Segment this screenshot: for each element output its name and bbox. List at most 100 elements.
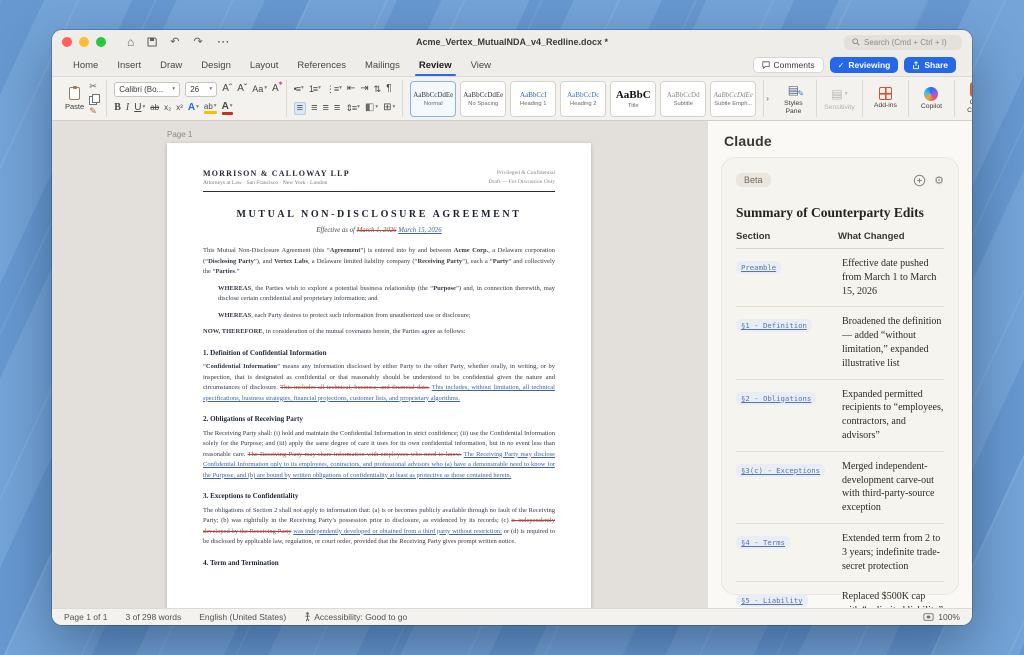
table-row: §3(c) - Exceptions Merged independent-de… — [736, 452, 944, 524]
superscript-button[interactable] — [176, 104, 183, 112]
sort-button[interactable] — [374, 85, 382, 94]
copy-icon[interactable] — [89, 94, 99, 104]
ribbon-button[interactable]: Styles Pane — [771, 80, 817, 117]
more-commands-icon[interactable] — [217, 35, 230, 49]
style-card[interactable]: AaBbCcDdEe Subtle Emph... — [710, 81, 756, 117]
ribbon-tab[interactable]: Mailings — [364, 55, 401, 76]
multilevel-list-button[interactable]: ▾ — [326, 85, 342, 94]
line-spacing-button[interactable]: ▾ — [345, 104, 360, 113]
home-icon[interactable] — [127, 36, 134, 49]
page-count[interactable]: Page 1 of 1 — [64, 612, 107, 622]
decrease-indent-button[interactable] — [347, 84, 355, 94]
section-link[interactable]: Preamble — [736, 261, 781, 274]
style-card[interactable]: AaBbCcDdEe No Spacing — [460, 81, 506, 117]
ribbon-tabs: Home Insert Draw Design Layout Reference… — [72, 54, 492, 76]
comments-icon — [762, 61, 770, 69]
save-icon[interactable] — [147, 37, 157, 47]
new-chat-icon[interactable] — [913, 174, 926, 187]
font-color-button[interactable]: ▾ — [222, 102, 233, 115]
change-description: Extended term from 2 to 3 years; indefin… — [842, 532, 944, 573]
close-window-button[interactable] — [62, 37, 72, 47]
settings-gear-icon[interactable] — [934, 171, 944, 189]
redo-icon[interactable] — [193, 37, 202, 48]
reviewing-label: Reviewing — [848, 60, 890, 70]
grow-font-button[interactable] — [222, 84, 232, 94]
shading-button[interactable]: ▾ — [365, 103, 378, 113]
strikethrough-button[interactable] — [150, 104, 159, 112]
confidential-line: Privileged & Confidential — [489, 169, 556, 177]
ribbon: Paste Calibri (Bo...▾ 26▾ ▾ ▾ — [52, 76, 972, 121]
align-center-button[interactable] — [311, 103, 317, 114]
section-link[interactable]: §5 - Liability — [736, 594, 808, 607]
change-case-button[interactable]: ▾ — [252, 85, 267, 94]
change-description: Expanded permitted recipients to “employ… — [842, 388, 944, 443]
section-link[interactable]: §1 - Definition — [736, 319, 812, 332]
document-page[interactable]: MORRISON & CALLOWAY LLP Attorneys at Law… — [167, 143, 591, 608]
numbered-list-button[interactable]: ▾ — [309, 85, 321, 94]
section-link[interactable]: §2 - Obligations — [736, 392, 816, 405]
style-card[interactable]: AaBbCcDc Heading 2 — [560, 81, 606, 117]
style-card[interactable]: AaBbCcDdEe Normal — [410, 81, 456, 117]
table-row: Preamble Effective date pushed from Marc… — [736, 249, 944, 307]
ribbon-button-label: Add-ins — [874, 102, 897, 110]
underline-button[interactable]: ▾ — [134, 103, 145, 113]
ribbon-tab[interactable]: Review — [418, 55, 453, 76]
clear-formatting-button[interactable] — [272, 84, 279, 94]
undo-icon[interactable] — [170, 37, 179, 48]
ribbon-tab[interactable]: Home — [72, 55, 99, 76]
paste-button[interactable]: Paste — [65, 87, 84, 111]
borders-button[interactable]: ▾ — [383, 103, 395, 113]
bullet-list-button[interactable]: ▾ — [294, 85, 304, 94]
tab-label: Draw — [160, 60, 182, 71]
ribbon-tab[interactable]: View — [470, 55, 492, 76]
align-left-button[interactable] — [294, 102, 306, 115]
bold-button[interactable] — [114, 103, 121, 113]
ribbon-button[interactable]: Open Claude — [955, 80, 972, 117]
font-size-select[interactable]: 26▾ — [185, 82, 217, 97]
ribbon-tab[interactable]: Layout — [249, 55, 280, 76]
ribbon-tab[interactable]: References — [296, 55, 347, 76]
styles-gallery-next-icon[interactable]: › — [764, 94, 771, 103]
style-sample: AaBbCcDc — [567, 91, 599, 99]
align-right-button[interactable] — [322, 103, 328, 114]
zoom-level[interactable]: 100% — [938, 612, 960, 622]
word-window: Acme_Vertex_MutualNDA_v4_Redline.docx * … — [52, 30, 972, 625]
increase-indent-button[interactable] — [360, 84, 368, 94]
ribbon-tab[interactable]: Design — [200, 55, 232, 76]
document-canvas[interactable]: Page 1 MORRISON & CALLOWAY LLP Attorneys… — [52, 121, 707, 608]
comments-button[interactable]: Comments — [753, 57, 824, 73]
style-card[interactable]: AaBbC Title — [610, 81, 656, 117]
ribbon-tab[interactable]: Draw — [159, 55, 183, 76]
accessibility-status[interactable]: Accessibility: Good to go — [314, 612, 407, 622]
section-link[interactable]: §4 - Terms — [736, 536, 790, 549]
text-highlight-button[interactable]: ▾ — [204, 103, 217, 114]
doc-paragraph: This Mutual Non-Disclosure Agreement (th… — [203, 246, 555, 278]
ribbon-tab[interactable]: Insert — [116, 55, 142, 76]
style-card[interactable]: AaBbCcI Heading 1 — [510, 81, 556, 117]
font-name-select[interactable]: Calibri (Bo...▾ — [114, 82, 180, 97]
language-status[interactable]: English (United States) — [199, 612, 286, 622]
minimize-window-button[interactable] — [79, 37, 89, 47]
draft-line: Draft — For Discussion Only — [489, 178, 556, 186]
italic-button[interactable] — [126, 103, 129, 113]
subscript-button[interactable] — [164, 104, 171, 112]
section-link[interactable]: §3(c) - Exceptions — [736, 464, 825, 477]
share-button[interactable]: Share — [904, 57, 956, 73]
ribbon-button[interactable]: Add-ins — [863, 80, 909, 117]
traffic-lights — [62, 37, 106, 47]
format-painter-icon[interactable] — [89, 107, 99, 116]
word-count[interactable]: 3 of 298 words — [125, 612, 181, 622]
justify-button[interactable] — [334, 103, 340, 114]
show-formatting-marks-button[interactable] — [386, 84, 391, 94]
tab-label: Layout — [250, 60, 279, 71]
search-input[interactable]: Search (Cmd + Ctrl + I) — [844, 35, 962, 50]
ribbon-button[interactable]: Copilot — [909, 80, 955, 117]
style-name: No Spacing — [468, 101, 498, 107]
shrink-font-button[interactable] — [237, 84, 247, 94]
ribbon-button[interactable]: Sensitivity — [817, 80, 863, 117]
style-card[interactable]: AaBbCcDd Subtitle — [660, 81, 706, 117]
reviewing-button[interactable]: Reviewing — [830, 57, 899, 73]
fullscreen-window-button[interactable] — [96, 37, 106, 47]
text-effects-button[interactable]: ▾ — [188, 103, 199, 113]
cut-icon[interactable] — [89, 82, 99, 91]
